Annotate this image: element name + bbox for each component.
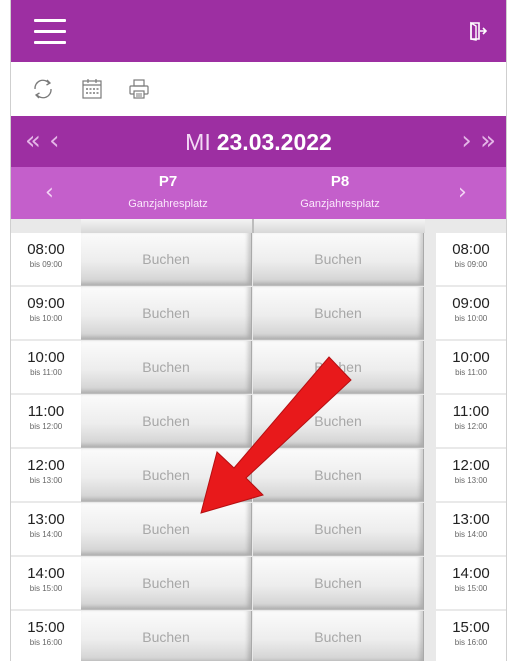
place-subtitle: Ganzjahresplatz — [128, 198, 208, 210]
slot-end-time: bis 15:00 — [454, 584, 488, 593]
time-slot-row: 12:00 bis 13:00 Buchen Buchen 12:00 bis 13:00 — [11, 449, 506, 503]
time-label: 11:00 bis 12:00 — [436, 395, 506, 447]
prev-places-button[interactable]: ‹ — [45, 180, 54, 205]
slot-end-time: bis 10:00 — [454, 314, 488, 323]
time-label: 14:00 bis 15:00 — [11, 557, 81, 609]
slot-start-time: 15:00 — [27, 619, 65, 636]
time-label: 08:00 bis 09:00 — [11, 233, 81, 285]
time-slot-row: 14:00 bis 15:00 Buchen Buchen 14:00 bis 15:00 — [11, 557, 506, 611]
book-button[interactable]: Buchen — [253, 611, 424, 661]
book-button[interactable]: Buchen — [253, 449, 424, 502]
book-button[interactable]: Buchen — [81, 503, 252, 556]
time-slot-row: 09:00 bis 10:00 Buchen Buchen 09:00 bis 10:00 — [11, 287, 506, 341]
slot-start-time: 15:00 — [452, 619, 490, 636]
slot-start-time: 12:00 — [452, 457, 490, 474]
slot-end-time: bis 15:00 — [29, 584, 63, 593]
logout-door-icon[interactable] — [468, 21, 488, 41]
place-name: P8 — [330, 173, 350, 190]
slot-end-time: bis 10:00 — [29, 314, 63, 323]
slot-end-time: bis 14:00 — [454, 530, 488, 539]
slot-start-time: 13:00 — [452, 511, 490, 528]
book-button[interactable]: Buchen — [253, 287, 424, 340]
time-slot-row: 08:00 bis 09:00 Buchen Buchen 08:00 bis 09:00 — [11, 233, 506, 287]
slot-start-time: 14:00 — [27, 565, 65, 582]
grid-top-edge — [81, 219, 425, 233]
weekday-label: MI — [185, 129, 211, 155]
app-frame: « ‹ MI 23.03.2022 › » ‹ P7 Ganzjahresplat… — [10, 0, 507, 661]
place-column-p7: P7 Ganzjahresplatz — [83, 173, 253, 213]
slot-start-time: 11:00 — [27, 403, 65, 420]
book-button[interactable]: Buchen — [81, 395, 252, 448]
refresh-icon[interactable] — [31, 77, 55, 101]
time-label: 08:00 bis 09:00 — [436, 233, 506, 285]
time-slot-row: 15:00 bis 16:00 Buchen Buchen 15:00 bis 16:00 — [11, 611, 506, 661]
slot-end-time: bis 09:00 — [29, 260, 63, 269]
time-label: 10:00 bis 11:00 — [11, 341, 81, 393]
slot-start-time: 09:00 — [27, 295, 65, 312]
slot-end-time: bis 12:00 — [29, 422, 63, 431]
slot-end-time: bis 09:00 — [454, 260, 488, 269]
book-button[interactable]: Buchen — [81, 449, 252, 502]
time-slot-row: 11:00 bis 12:00 Buchen Buchen 11:00 bis 12:00 — [11, 395, 506, 449]
book-button[interactable]: Buchen — [81, 557, 252, 610]
time-label: 13:00 bis 14:00 — [11, 503, 81, 555]
book-button[interactable]: Buchen — [81, 611, 252, 661]
slot-end-time: bis 14:00 — [29, 530, 63, 539]
calendar-icon[interactable] — [80, 77, 104, 101]
slot-end-time: bis 16:00 — [454, 638, 488, 647]
time-label: 09:00 bis 10:00 — [436, 287, 506, 339]
date-label: 23.03.2022 — [216, 129, 332, 155]
slot-start-time: 11:00 — [452, 403, 490, 420]
next-day-button[interactable]: › » — [461, 126, 496, 156]
time-label: 15:00 bis 16:00 — [11, 611, 81, 661]
book-button[interactable]: Buchen — [253, 233, 424, 286]
slot-start-time: 10:00 — [452, 349, 490, 366]
time-label: 12:00 bis 13:00 — [436, 449, 506, 501]
book-button[interactable]: Buchen — [253, 557, 424, 610]
time-label: 11:00 bis 12:00 — [11, 395, 81, 447]
slot-end-time: bis 11:00 — [30, 368, 62, 377]
toolbar — [11, 62, 506, 116]
time-label: 12:00 bis 13:00 — [11, 449, 81, 501]
slot-end-time: bis 12:00 — [454, 422, 488, 431]
time-label: 10:00 bis 11:00 — [436, 341, 506, 393]
slot-end-time: bis 13:00 — [454, 476, 488, 485]
time-label: 14:00 bis 15:00 — [436, 557, 506, 609]
place-header: ‹ P7 Ganzjahresplatz P8 Ganzjahresplatz … — [11, 167, 506, 219]
slot-start-time: 10:00 — [27, 349, 65, 366]
slot-start-time: 09:00 — [452, 295, 490, 312]
app-bar — [11, 0, 506, 62]
current-date: MI 23.03.2022 — [11, 128, 506, 156]
book-button[interactable]: Buchen — [253, 395, 424, 448]
slot-end-time: bis 16:00 — [29, 638, 63, 647]
booking-grid: 08:00 bis 09:00 Buchen Buchen 08:00 bis 09:00… — [11, 219, 506, 661]
slot-start-time: 14:00 — [452, 565, 490, 582]
slot-start-time: 13:00 — [27, 511, 65, 528]
next-places-button[interactable]: › — [458, 180, 467, 205]
slot-start-time: 08:00 — [27, 241, 65, 258]
slot-end-time: bis 13:00 — [29, 476, 63, 485]
time-slot-row: 13:00 bis 14:00 Buchen Buchen 13:00 bis 14:00 — [11, 503, 506, 557]
date-bar: « ‹ MI 23.03.2022 › » — [11, 116, 506, 167]
slot-start-time: 08:00 — [452, 241, 490, 258]
place-subtitle: Ganzjahresplatz — [300, 198, 380, 210]
time-label: 09:00 bis 10:00 — [11, 287, 81, 339]
print-icon[interactable] — [127, 77, 151, 101]
book-button[interactable]: Buchen — [81, 341, 252, 394]
time-slot-row: 10:00 bis 11:00 Buchen Buchen 10:00 bis 11:00 — [11, 341, 506, 395]
time-label: 13:00 bis 14:00 — [436, 503, 506, 555]
book-button[interactable]: Buchen — [253, 503, 424, 556]
place-name: P7 — [158, 173, 178, 190]
slot-start-time: 12:00 — [27, 457, 65, 474]
time-label: 15:00 bis 16:00 — [436, 611, 506, 661]
book-button[interactable]: Buchen — [253, 341, 424, 394]
book-button[interactable]: Buchen — [81, 287, 252, 340]
place-column-p8: P8 Ganzjahresplatz — [255, 173, 425, 213]
hamburger-menu-icon[interactable] — [34, 19, 66, 45]
book-button[interactable]: Buchen — [81, 233, 252, 286]
slot-end-time: bis 11:00 — [455, 368, 487, 377]
